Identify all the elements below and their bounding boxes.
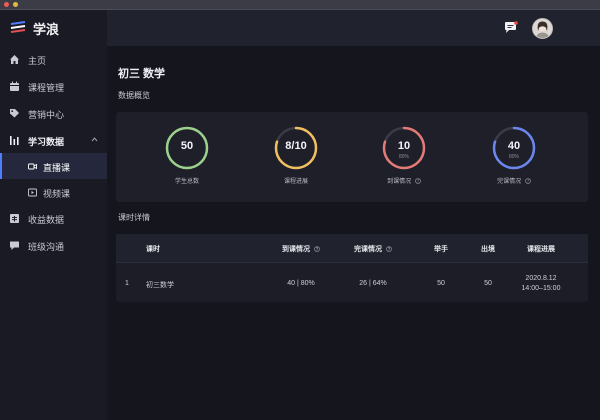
window-close-button[interactable] [4,2,9,7]
stat-value: 40 [507,140,521,152]
stat-course-progress: 8/10 课程进展 [264,126,328,196]
logo-icon [10,21,26,33]
lesson-table: 课时 到课情况 ? 完课情况 ? 举手 出境 课程进展 1 初三数学 40 | … [116,234,588,302]
stat-caption: 完课情况 ? [482,176,546,185]
stat-value: 50 [180,140,194,152]
bar-chart-icon [10,136,19,145]
video-camera-icon [28,163,37,170]
column-header-on-camera: 出境 [481,246,495,253]
overview-panel: 50 学生总数 8/10 课程进展 10 80% 到课情况 ? 40 80% 完… [116,112,588,202]
column-header-course-progress: 课程进展 [527,246,555,253]
sidebar-item-video-course[interactable]: 视频课 [0,179,107,205]
app-logo[interactable]: 学浪 [10,18,59,38]
calendar-icon [10,81,19,91]
sidebar-item-label: 视频课 [43,189,71,199]
stat-value: 8/10 [285,140,307,152]
info-icon[interactable]: ? [525,178,531,185]
column-header-lesson: 课时 [146,246,160,253]
row-raise-hand: 50 [437,280,445,287]
stat-attendance: 10 80% 到课情况 ? [372,126,436,196]
row-attendance: 40 | 80% [287,280,315,287]
stat-percent: 80% [508,154,519,160]
row-completion: 26 | 64% [359,280,387,287]
row-course-progress: 2020.8.12 14:00–15:00 [506,274,576,294]
home-icon [10,55,19,64]
sidebar-item-label: 课程管理 [28,83,65,93]
sidebar-item-class-chat[interactable]: 班级沟通 [0,232,107,258]
sidebar-item-label: 学习数据 [28,137,65,147]
main-content: 初三 数学 数据概览 50 学生总数 8/10 课程进展 10 80% 到课情况… [107,46,600,420]
column-header-attendance: 到课情况 ? [271,244,331,254]
sidebar-item-live-course[interactable]: 直播课 [0,153,107,179]
avatar-image [533,19,552,38]
window-minimize-button[interactable] [13,2,18,7]
detail-heading: 课时详情 [118,213,150,222]
stat-completion: 40 80% 完课情况 ? [482,126,546,196]
sidebar-item-course-management[interactable]: 课程管理 [0,73,107,99]
sidebar-item-label: 直播课 [43,163,71,173]
sidebar-item-label: 主页 [28,56,47,66]
sidebar: 学浪 主页 课程管理 营销中心 学习数据 直播课 视频课 收益数据 班级沟通 [0,10,107,420]
stat-caption: 学生总数 [174,179,199,185]
column-header-text: 到课情况 [282,246,311,253]
row-lesson-name: 初三数学 [146,282,174,289]
row-on-camera: 50 [484,280,492,287]
info-icon[interactable]: ? [314,246,320,252]
stat-caption-text: 到课情况 [387,179,412,185]
stat-caption-text: 完课情况 [497,179,522,185]
finance-icon [10,214,19,223]
sidebar-item-label: 收益数据 [28,215,65,225]
column-header-raise-hand: 举手 [434,246,448,253]
stat-value: 10 [397,140,411,152]
sidebar-item-marketing[interactable]: 营销中心 [0,100,107,126]
user-avatar[interactable] [532,18,553,39]
row-index: 1 [125,280,129,287]
info-icon[interactable]: ? [386,246,392,252]
stat-caption: 课程进展 [283,179,308,185]
tag-icon [10,109,19,118]
chevron-up-icon[interactable] [91,136,98,143]
top-bar [107,10,600,46]
overview-heading: 数据概览 [118,91,150,100]
stat-total-students: 50 学生总数 [155,126,219,196]
table-header: 课时 到课情况 ? 完课情况 ? 举手 出境 课程进展 [116,234,588,263]
chat-icon [10,241,19,250]
sidebar-item-learning-data[interactable]: 学习数据 [0,127,107,153]
row-progress-time: 14:00–15:00 [521,285,561,292]
page-title: 初三 数学 [118,68,166,80]
video-file-icon [28,188,37,197]
sidebar-item-label: 营销中心 [28,110,65,120]
sidebar-item-revenue[interactable]: 收益数据 [0,205,107,231]
sidebar-item-home[interactable]: 主页 [0,46,107,72]
svg-text:?: ? [527,179,529,184]
row-progress-date: 2020.8.12 [525,275,557,282]
sidebar-item-label: 班级沟通 [28,242,65,252]
stat-percent: 80% [398,154,409,160]
column-header-text: 完课情况 [354,246,383,253]
app-name: 学浪 [33,21,60,37]
info-icon[interactable]: ? [415,178,421,185]
message-icon[interactable] [504,21,518,34]
column-header-completion: 完课情况 ? [343,244,403,254]
window-titlebar [0,0,600,10]
stat-caption: 到课情况 ? [372,176,436,185]
svg-text:?: ? [417,179,419,184]
